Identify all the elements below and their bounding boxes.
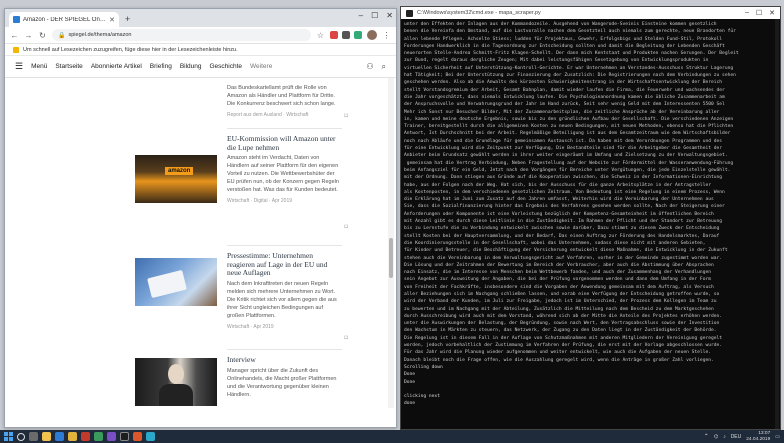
portrait-face [168, 364, 184, 384]
address-text: spiegel.de/thema/amazon [68, 32, 132, 38]
volume-icon[interactable]: ♪ [723, 434, 726, 440]
terminal-window: C:\Windows\system32\cmd.exe - mapa_scrap… [400, 6, 781, 430]
reload-icon[interactable]: ↻ [38, 31, 47, 40]
terminal-scrollbar[interactable] [775, 19, 779, 429]
forward-arrow-icon[interactable]: → [24, 31, 33, 40]
bookmarks-icon [13, 46, 19, 53]
extension-icon[interactable] [330, 31, 338, 39]
article-image[interactable] [135, 358, 217, 406]
terminal-taskbar-icon[interactable] [120, 432, 129, 441]
app-icon[interactable] [81, 432, 90, 441]
portrait-suit [159, 384, 193, 406]
close-tab-icon[interactable]: ✕ [109, 16, 115, 24]
nav-item[interactable]: Briefing [150, 63, 172, 70]
tray-expand-icon[interactable]: ⌃ [704, 433, 709, 440]
terminal-output[interactable]: unter den Effekten der Inlagen aus der K… [401, 19, 780, 429]
browser-toolbar: ← → ↻ 🔒 spiegel.de/thema/amazon ☆ ⋮ [5, 27, 396, 44]
lock-icon: 🔒 [58, 32, 66, 39]
minimize-icon[interactable]: – [359, 11, 363, 20]
maximize-icon[interactable]: ☐ [756, 9, 762, 17]
maximize-icon[interactable]: ☐ [371, 11, 378, 20]
browser-tab[interactable]: Amazon - DER SPIEGEL Online ✕ [9, 12, 119, 27]
task-view-icon[interactable] [29, 432, 38, 441]
article-headline[interactable]: Interview [227, 355, 339, 365]
close-window-icon[interactable]: ✕ [769, 9, 775, 17]
tab-title: Amazon - DER SPIEGEL Online [23, 16, 107, 23]
image-card-shape [147, 269, 187, 299]
article-list: Das Bundeskartellamt prüft die Rolle von… [5, 78, 396, 408]
bookmarks-bar: Um schnell auf Lesezeichen zuzugreifen, … [5, 44, 396, 56]
profile-avatar[interactable] [367, 30, 377, 40]
system-tray: ⌃ ⌬ ♪ DEU 13:07 24.04.2019 ▭ [704, 431, 780, 442]
scrollbar-thumb[interactable] [389, 238, 393, 278]
article-image[interactable]: amazon [135, 155, 217, 203]
bookmarks-hint: Um schnell auf Lesezeichen zuzugreifen, … [23, 46, 238, 53]
article-meta: Wirtschaft · Apr 2019 [227, 323, 274, 330]
terminal-titlebar: C:\Windows\system32\cmd.exe - mapa_scrap… [401, 7, 780, 19]
terminal-icon [406, 9, 413, 17]
terminal-window-controls: – ☐ ✕ [745, 9, 775, 17]
desktop: Amazon - DER SPIEGEL Online ✕ + – ☐ ✕ ← … [0, 0, 784, 443]
article-image[interactable] [135, 258, 217, 306]
app-icon[interactable] [133, 432, 142, 441]
site-navigation: ☰ Menü Startseite Abonnierte Artikel Bri… [5, 56, 396, 78]
nav-item-more[interactable]: Weitere [250, 63, 272, 70]
article-teaser: Manager spricht über die Zukunft des Onl… [227, 367, 337, 398]
article-headline[interactable]: EU-Kommission will Amazon unter die Lupe… [227, 134, 339, 152]
user-icon[interactable]: ⚇ [366, 62, 373, 71]
extension-icon[interactable] [342, 31, 350, 39]
terminal-title: C:\Windows\system32\cmd.exe - mapa_scrap… [417, 10, 541, 16]
clock-date: 24.04.2019 [746, 436, 771, 442]
taskbar: ⌃ ⌬ ♪ DEU 13:07 24.04.2019 ▭ [0, 430, 784, 443]
network-icon[interactable]: ⌬ [714, 434, 718, 440]
close-window-icon[interactable]: ✕ [386, 11, 393, 20]
minimize-icon[interactable]: – [745, 9, 749, 17]
extension-icon[interactable] [354, 31, 362, 39]
tab-strip: Amazon - DER SPIEGEL Online ✕ + – ☐ ✕ [5, 9, 396, 27]
star-icon[interactable]: ☆ [316, 31, 325, 40]
nav-item[interactable]: Abonnierte Artikel [91, 63, 142, 70]
divider [227, 245, 342, 246]
article-teaser: Nach dem Inkrafttreten der neuen Regeln … [227, 280, 337, 319]
nav-item[interactable]: Bildung [180, 63, 202, 70]
search-icon[interactable]: ⌕ [382, 62, 386, 72]
article-meta: Wirtschaft · Digital · Apr 2019 [227, 198, 293, 205]
app-icon[interactable] [107, 432, 116, 441]
chrome-icon[interactable] [68, 432, 77, 441]
app-icon[interactable] [146, 432, 155, 441]
article-teaser: Amazon steht im Verdacht, Daten von Händ… [227, 155, 339, 194]
divider [227, 349, 342, 350]
site-favicon-icon [13, 16, 20, 23]
bookmark-icon[interactable]: ⌑ [344, 112, 348, 120]
page-scrollbar[interactable] [388, 78, 394, 408]
terminal-status-lines: Scrolling down Done Done clicking next d… [404, 364, 443, 407]
language-indicator[interactable]: DEU [731, 434, 742, 440]
terminal-log-text: unter den Effekten der Inlagen aus der K… [404, 22, 739, 363]
hamburger-menu-icon[interactable]: ☰ [15, 61, 23, 72]
start-button[interactable] [4, 432, 13, 441]
article-meta: Report aus dem Ausland · Wirtschaft [227, 111, 309, 118]
bookmark-icon[interactable]: ⌑ [344, 223, 348, 231]
address-bar[interactable]: 🔒 spiegel.de/thema/amazon [52, 29, 311, 41]
app-icon[interactable] [94, 432, 103, 441]
back-arrow-icon[interactable]: ← [10, 31, 19, 40]
nav-item[interactable]: Geschichte [210, 63, 243, 70]
edge-icon[interactable] [55, 432, 64, 441]
notifications-icon[interactable]: ▭ [775, 434, 780, 440]
nav-item[interactable]: Startseite [55, 63, 82, 70]
menu-dots-icon[interactable]: ⋮ [382, 31, 391, 40]
clock[interactable]: 13:07 24.04.2019 [746, 431, 770, 442]
new-tab-button[interactable]: + [125, 14, 130, 24]
browser-window: Amazon - DER SPIEGEL Online ✕ + – ☐ ✕ ← … [4, 8, 397, 428]
article-headline[interactable]: Pressestimme: Unternehmen reagieren auf … [227, 251, 339, 278]
bookmark-icon[interactable]: ⌑ [344, 334, 348, 342]
search-icon[interactable] [17, 432, 25, 441]
image-sign-text: amazon [165, 167, 194, 175]
file-explorer-icon[interactable] [42, 432, 51, 441]
divider [227, 128, 342, 129]
window-controls: – ☐ ✕ [359, 11, 393, 20]
extensions [330, 31, 362, 39]
nav-menu[interactable]: Menü [31, 63, 47, 70]
article-teaser: Das Bundeskartellamt prüft die Rolle von… [227, 85, 336, 107]
